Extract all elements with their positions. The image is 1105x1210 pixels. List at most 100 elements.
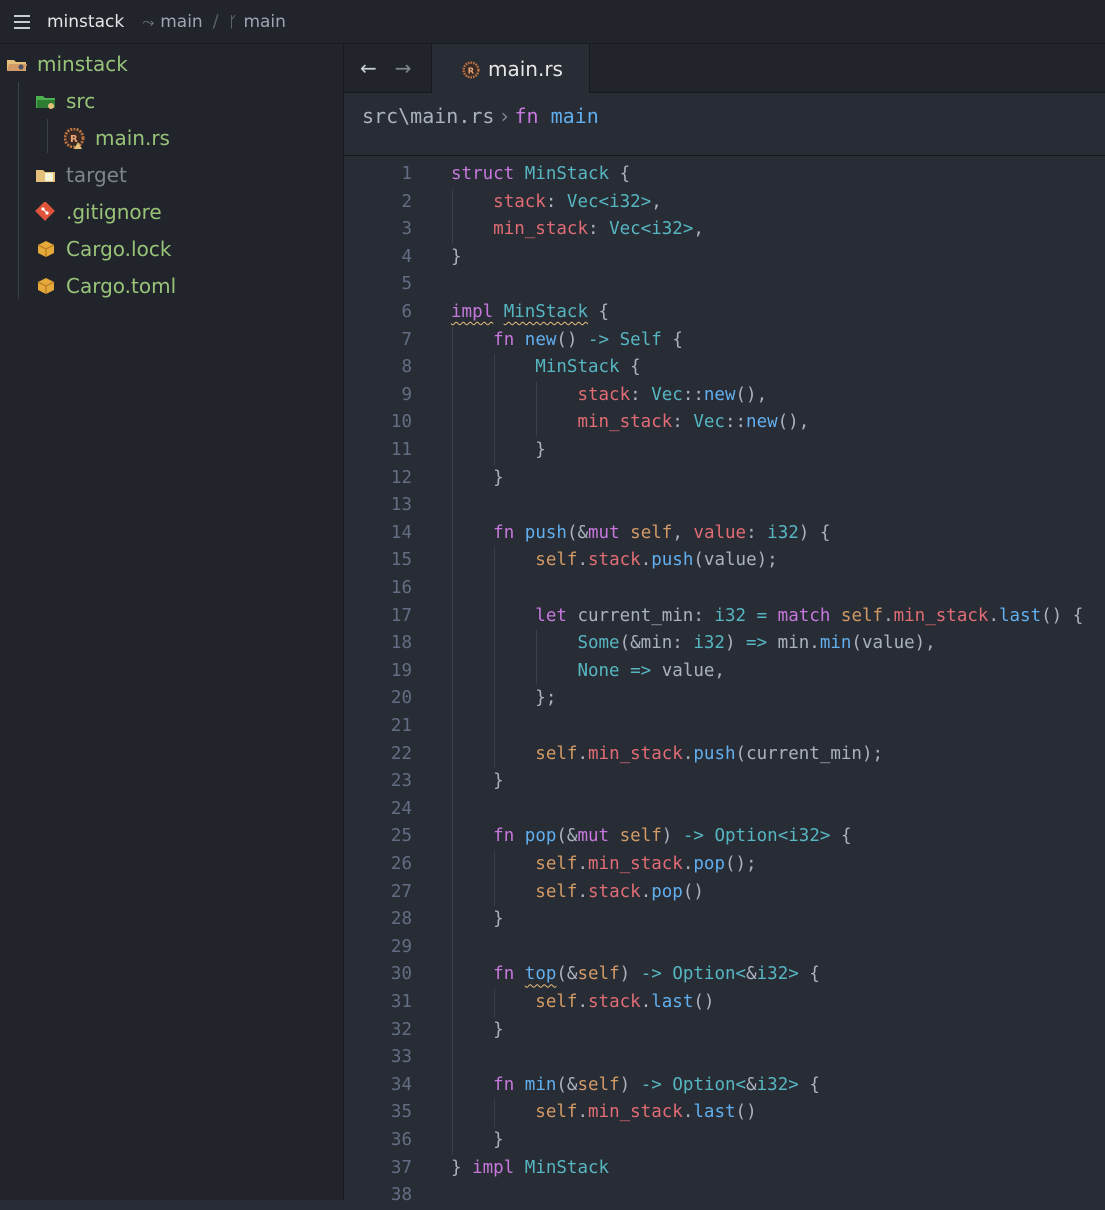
code-line[interactable]: 3 min_stack: Vec<i32>, bbox=[344, 216, 1105, 244]
line-number: 10 bbox=[390, 412, 412, 433]
tree-item-label: Cargo.lock bbox=[66, 236, 172, 261]
tree-indent-guide bbox=[18, 82, 19, 299]
tree-item-target[interactable]: target bbox=[35, 156, 127, 193]
menu-icon[interactable] bbox=[14, 14, 30, 29]
code-text: fn pop(&mut self) -> Option<i32> { bbox=[493, 826, 852, 847]
code-line[interactable]: 8 MinStack { bbox=[344, 354, 1105, 382]
branch-label-a[interactable]: main bbox=[160, 12, 202, 32]
tree-item-main-rs[interactable]: R main.rs bbox=[63, 119, 170, 156]
code-line[interactable]: 10 min_stack: Vec::new(), bbox=[344, 409, 1105, 437]
back-arrow-icon[interactable]: ← bbox=[360, 58, 377, 78]
code-line[interactable]: 20 }; bbox=[344, 685, 1105, 713]
code-line[interactable]: 31 self.stack.last() bbox=[344, 989, 1105, 1017]
code-line[interactable]: 4} bbox=[344, 244, 1105, 272]
code-text: let current_min: i32 = match self.min_st… bbox=[535, 605, 1084, 626]
tree-item-src[interactable]: src bbox=[35, 82, 95, 119]
code-line[interactable]: 23 } bbox=[344, 768, 1105, 796]
line-number: 9 bbox=[401, 384, 412, 405]
code-line[interactable]: 38 bbox=[344, 1182, 1105, 1210]
forward-arrow-icon[interactable]: → bbox=[395, 58, 412, 78]
tab-label: main.rs bbox=[488, 56, 563, 81]
code-line[interactable]: 18 Some(&min: i32) => min.min(value), bbox=[344, 630, 1105, 658]
code-line[interactable]: 22 self.min_stack.push(current_min); bbox=[344, 741, 1105, 769]
line-number: 38 bbox=[390, 1185, 412, 1206]
code-line[interactable]: 36 } bbox=[344, 1127, 1105, 1155]
svg-text:R: R bbox=[70, 134, 78, 145]
code-line[interactable]: 15 self.stack.push(value); bbox=[344, 547, 1105, 575]
code-text: stack: Vec<i32>, bbox=[493, 191, 662, 212]
line-number: 34 bbox=[390, 1074, 412, 1095]
line-number: 1 bbox=[401, 164, 412, 184]
code-line[interactable]: 26 self.min_stack.pop(); bbox=[344, 851, 1105, 879]
code-line[interactable]: 5 bbox=[344, 271, 1105, 299]
folder-src-icon bbox=[35, 91, 57, 111]
code-line[interactable]: 7 fn new() -> Self { bbox=[344, 327, 1105, 355]
code-text: } bbox=[451, 1130, 504, 1150]
code-text: } bbox=[451, 909, 504, 930]
code-line[interactable]: 9 stack: Vec::new(), bbox=[344, 382, 1105, 410]
rust-file-icon: R bbox=[462, 60, 480, 79]
code-line[interactable]: 1 struct MinStack { bbox=[344, 161, 1105, 189]
code-line[interactable]: 33 bbox=[344, 1044, 1105, 1072]
code-line[interactable]: 27 self.stack.pop() bbox=[344, 879, 1105, 907]
nav-buttons: ← → bbox=[344, 44, 432, 92]
code-text: min_stack: Vec<i32>, bbox=[493, 219, 704, 240]
tree-item-gitignore[interactable]: .gitignore bbox=[35, 193, 162, 230]
code-text: } bbox=[451, 771, 504, 792]
code-text: } bbox=[451, 246, 462, 267]
branch-merge-icon: ⤳ bbox=[142, 12, 155, 31]
code-line[interactable]: 29 bbox=[344, 934, 1105, 962]
code-line[interactable]: 11 } bbox=[344, 437, 1105, 465]
code-text: struct MinStack { bbox=[451, 164, 631, 184]
tree-item-cargo-toml[interactable]: Cargo.toml bbox=[35, 267, 176, 304]
code-text: self.min_stack.push(current_min); bbox=[535, 743, 884, 764]
code-line[interactable]: 12 } bbox=[344, 465, 1105, 493]
tab-main-rs[interactable]: R main.rs bbox=[432, 44, 590, 93]
breadcrumb-divider bbox=[344, 155, 1105, 156]
indent-guide bbox=[452, 188, 453, 244]
code-text: } impl MinStack bbox=[451, 1157, 610, 1178]
code-text: self.min_stack.pop(); bbox=[535, 854, 757, 874]
line-number: 29 bbox=[390, 936, 412, 957]
svg-text:R: R bbox=[468, 65, 475, 75]
code-line[interactable]: 37} impl MinStack bbox=[344, 1155, 1105, 1183]
code-text: stack: Vec::new(), bbox=[577, 384, 768, 405]
code-line[interactable]: 14 fn push(&mut self, value: i32) { bbox=[344, 520, 1105, 548]
tree-item-label: src bbox=[66, 88, 96, 113]
code-text: } bbox=[451, 467, 504, 488]
code-line[interactable]: 16 bbox=[344, 575, 1105, 603]
line-number: 31 bbox=[390, 992, 412, 1012]
code-text: fn new() -> Self { bbox=[493, 329, 683, 350]
code-line[interactable]: 32 } bbox=[344, 1017, 1105, 1045]
code-line[interactable]: 21 bbox=[344, 713, 1105, 741]
code-line[interactable]: 25 fn pop(&mut self) -> Option<i32> { bbox=[344, 823, 1105, 851]
breadcrumb-path[interactable]: src\main.rs bbox=[362, 104, 494, 128]
code-line[interactable]: 6 impl MinStack { bbox=[344, 299, 1105, 327]
breadcrumb-symbol[interactable]: main bbox=[551, 104, 599, 128]
code-line[interactable]: 34 fn min(&self) -> Option<&i32> { bbox=[344, 1072, 1105, 1100]
line-number: 13 bbox=[390, 495, 412, 516]
tree-item-cargo-lock[interactable]: Cargo.lock bbox=[35, 230, 171, 267]
tree-item-minstack[interactable]: minstack bbox=[6, 45, 128, 82]
code-line[interactable]: 35 self.min_stack.last() bbox=[344, 1099, 1105, 1127]
code-line[interactable]: 30 fn top(&self) -> Option<&i32> { bbox=[344, 961, 1105, 989]
code-line[interactable]: 2 stack: Vec<i32>, bbox=[344, 189, 1105, 217]
line-number: 11 bbox=[390, 440, 412, 460]
code-line[interactable]: 13 bbox=[344, 492, 1105, 520]
tree-item-label: minstack bbox=[37, 51, 128, 76]
line-number: 5 bbox=[401, 274, 412, 295]
code-line[interactable]: 24 bbox=[344, 796, 1105, 824]
tree-item-label: Cargo.toml bbox=[66, 273, 177, 298]
branch-label-b[interactable]: main bbox=[243, 12, 285, 32]
code-line[interactable]: 17 let current_min: i32 = match self.min… bbox=[344, 603, 1105, 631]
line-number: 19 bbox=[390, 660, 412, 681]
project-name[interactable]: minstack bbox=[47, 12, 124, 32]
line-number: 2 bbox=[401, 191, 412, 212]
indent-guide bbox=[494, 851, 496, 907]
tree-indent-guide bbox=[47, 119, 48, 153]
code-line[interactable]: 28 } bbox=[344, 906, 1105, 934]
indent-guide bbox=[536, 381, 538, 437]
code-text: self.min_stack.last() bbox=[535, 1102, 757, 1123]
code-line[interactable]: 19 None => value, bbox=[344, 658, 1105, 686]
indent-guide bbox=[494, 989, 496, 1017]
